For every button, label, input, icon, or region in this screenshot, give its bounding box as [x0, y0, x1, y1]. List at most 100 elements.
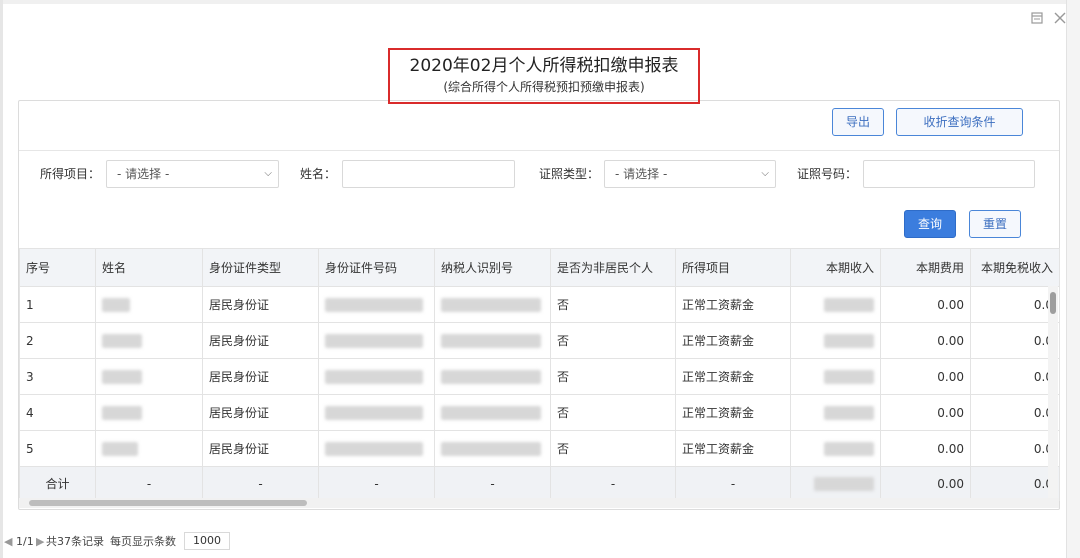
cell-fee: 0.00 — [880, 430, 971, 467]
id-type-select[interactable]: - 请选择 - ⌵ — [604, 160, 776, 188]
cell-tin — [434, 394, 551, 431]
horizontal-scrollbar[interactable] — [19, 498, 1059, 508]
prev-page-icon[interactable]: ◀ — [4, 530, 12, 554]
chevron-down-icon: ⌵ — [761, 168, 769, 179]
redacted-name — [102, 405, 142, 420]
cell-id-type: 居民身份证 — [202, 394, 319, 431]
redacted-income — [824, 369, 874, 384]
cell-income — [790, 358, 881, 395]
cell-tin — [434, 430, 551, 467]
cell-exempt: 0.0 — [970, 358, 1060, 395]
horizontal-scrollbar-thumb[interactable] — [29, 500, 307, 506]
col-header-income[interactable]: 本期收入 — [790, 248, 881, 287]
table-row[interactable]: 3 居民身份证 否 正常工资薪金 0.00 0.0 — [19, 358, 1060, 395]
export-button[interactable]: 导出 — [832, 108, 884, 136]
vertical-scrollbar[interactable] — [1048, 286, 1058, 498]
search-button[interactable]: 查询 — [904, 210, 956, 238]
cell-id-type: 居民身份证 — [202, 358, 319, 395]
col-header-tin[interactable]: 纳税人识别号 — [434, 248, 551, 287]
collapse-filters-button[interactable]: 收折查询条件 — [896, 108, 1023, 136]
total-nonresident: - — [550, 466, 676, 501]
cell-exempt: 0.0 — [970, 322, 1060, 359]
cell-fee: 0.00 — [880, 286, 971, 323]
col-header-no[interactable]: 序号 — [19, 248, 96, 287]
redacted-id-number — [325, 369, 423, 384]
table-row[interactable]: 1 居民身份证 否 正常工资薪金 0.00 0.0 — [19, 286, 1060, 323]
cell-nonresident: 否 — [550, 286, 676, 323]
record-count: 共37条记录 — [46, 535, 104, 548]
cell-id-number — [318, 286, 435, 323]
cell-income-item: 正常工资薪金 — [675, 430, 791, 467]
cell-no: 2 — [19, 322, 96, 359]
total-id-type: - — [202, 466, 319, 501]
redacted-name — [102, 333, 142, 348]
close-icon[interactable] — [1053, 12, 1067, 26]
table-total-row: 合计 - - - - - - 0.00 0.0 — [19, 466, 1060, 501]
cell-no: 3 — [19, 358, 96, 395]
cell-income-item: 正常工资薪金 — [675, 286, 791, 323]
redacted-total-income — [814, 476, 874, 491]
cell-nonresident: 否 — [550, 358, 676, 395]
redacted-tin — [441, 369, 541, 384]
cell-id-number — [318, 394, 435, 431]
redacted-income — [824, 297, 874, 312]
report-subtitle: (综合所得个人所得税预扣预缴申报表) — [443, 80, 645, 94]
cell-name — [95, 430, 203, 467]
report-title: 2020年02月个人所得税扣缴申报表 — [409, 56, 679, 76]
id-type-select-value: - 请选择 - — [615, 167, 668, 181]
total-name: - — [95, 466, 203, 501]
cell-tin — [434, 286, 551, 323]
redacted-name — [102, 441, 138, 456]
redacted-name — [102, 369, 142, 384]
table-row[interactable]: 5 居民身份证 否 正常工资薪金 0.00 0.0 — [19, 430, 1060, 467]
cell-income — [790, 286, 881, 323]
total-income-item: - — [675, 466, 791, 501]
income-item-select[interactable]: - 请选择 - ⌵ — [106, 160, 279, 188]
cell-income-item: 正常工资薪金 — [675, 394, 791, 431]
table-row[interactable]: 4 居民身份证 否 正常工资薪金 0.00 0.0 — [19, 394, 1060, 431]
redacted-income — [824, 405, 874, 420]
cell-name — [95, 394, 203, 431]
col-header-nonresident[interactable]: 是否为非居民个人 — [550, 248, 676, 287]
reset-button[interactable]: 重置 — [969, 210, 1021, 238]
cell-exempt: 0.0 — [970, 394, 1060, 431]
total-label: 合计 — [19, 466, 96, 501]
cell-name — [95, 322, 203, 359]
cell-income-item: 正常工资薪金 — [675, 358, 791, 395]
redacted-name — [102, 297, 130, 312]
total-fee: 0.00 — [880, 466, 971, 501]
redacted-tin — [441, 333, 541, 348]
cell-tin — [434, 322, 551, 359]
next-page-icon[interactable]: ▶ — [36, 530, 44, 554]
col-header-exempt[interactable]: 本期免税收入 — [970, 248, 1060, 287]
col-header-fee[interactable]: 本期费用 — [880, 248, 971, 287]
report-table: 序号 姓名 身份证件类型 身份证件号码 纳税人识别号 是否为非居民个人 所得项目… — [19, 248, 1060, 501]
right-edge — [1066, 0, 1080, 558]
vertical-scrollbar-thumb[interactable] — [1050, 292, 1056, 314]
cell-income — [790, 322, 881, 359]
per-page-input[interactable]: 1000 — [184, 532, 230, 550]
top-border — [0, 0, 1080, 4]
cell-income — [790, 394, 881, 431]
id-number-input[interactable] — [863, 160, 1035, 188]
table-row[interactable]: 2 居民身份证 否 正常工资薪金 0.00 0.0 — [19, 322, 1060, 359]
redacted-id-number — [325, 405, 423, 420]
name-input[interactable] — [342, 160, 515, 188]
cell-exempt: 0.0 — [970, 430, 1060, 467]
per-page-label: 每页显示条数 — [110, 535, 176, 548]
cell-fee: 0.00 — [880, 322, 971, 359]
cell-id-number — [318, 430, 435, 467]
restore-icon[interactable] — [1030, 12, 1044, 26]
col-header-name[interactable]: 姓名 — [95, 248, 203, 287]
cell-name — [95, 286, 203, 323]
cell-fee: 0.00 — [880, 358, 971, 395]
cell-tin — [434, 358, 551, 395]
report-title-box: 2020年02月个人所得税扣缴申报表 (综合所得个人所得税预扣预缴申报表) — [388, 48, 700, 104]
name-label: 姓名： — [300, 167, 337, 181]
col-header-id-type[interactable]: 身份证件类型 — [202, 248, 319, 287]
cell-income — [790, 430, 881, 467]
redacted-tin — [441, 297, 541, 312]
col-header-income-item[interactable]: 所得项目 — [675, 248, 791, 287]
col-header-id-number[interactable]: 身份证件号码 — [318, 248, 435, 287]
table-header-row: 序号 姓名 身份证件类型 身份证件号码 纳税人识别号 是否为非居民个人 所得项目… — [19, 248, 1060, 287]
